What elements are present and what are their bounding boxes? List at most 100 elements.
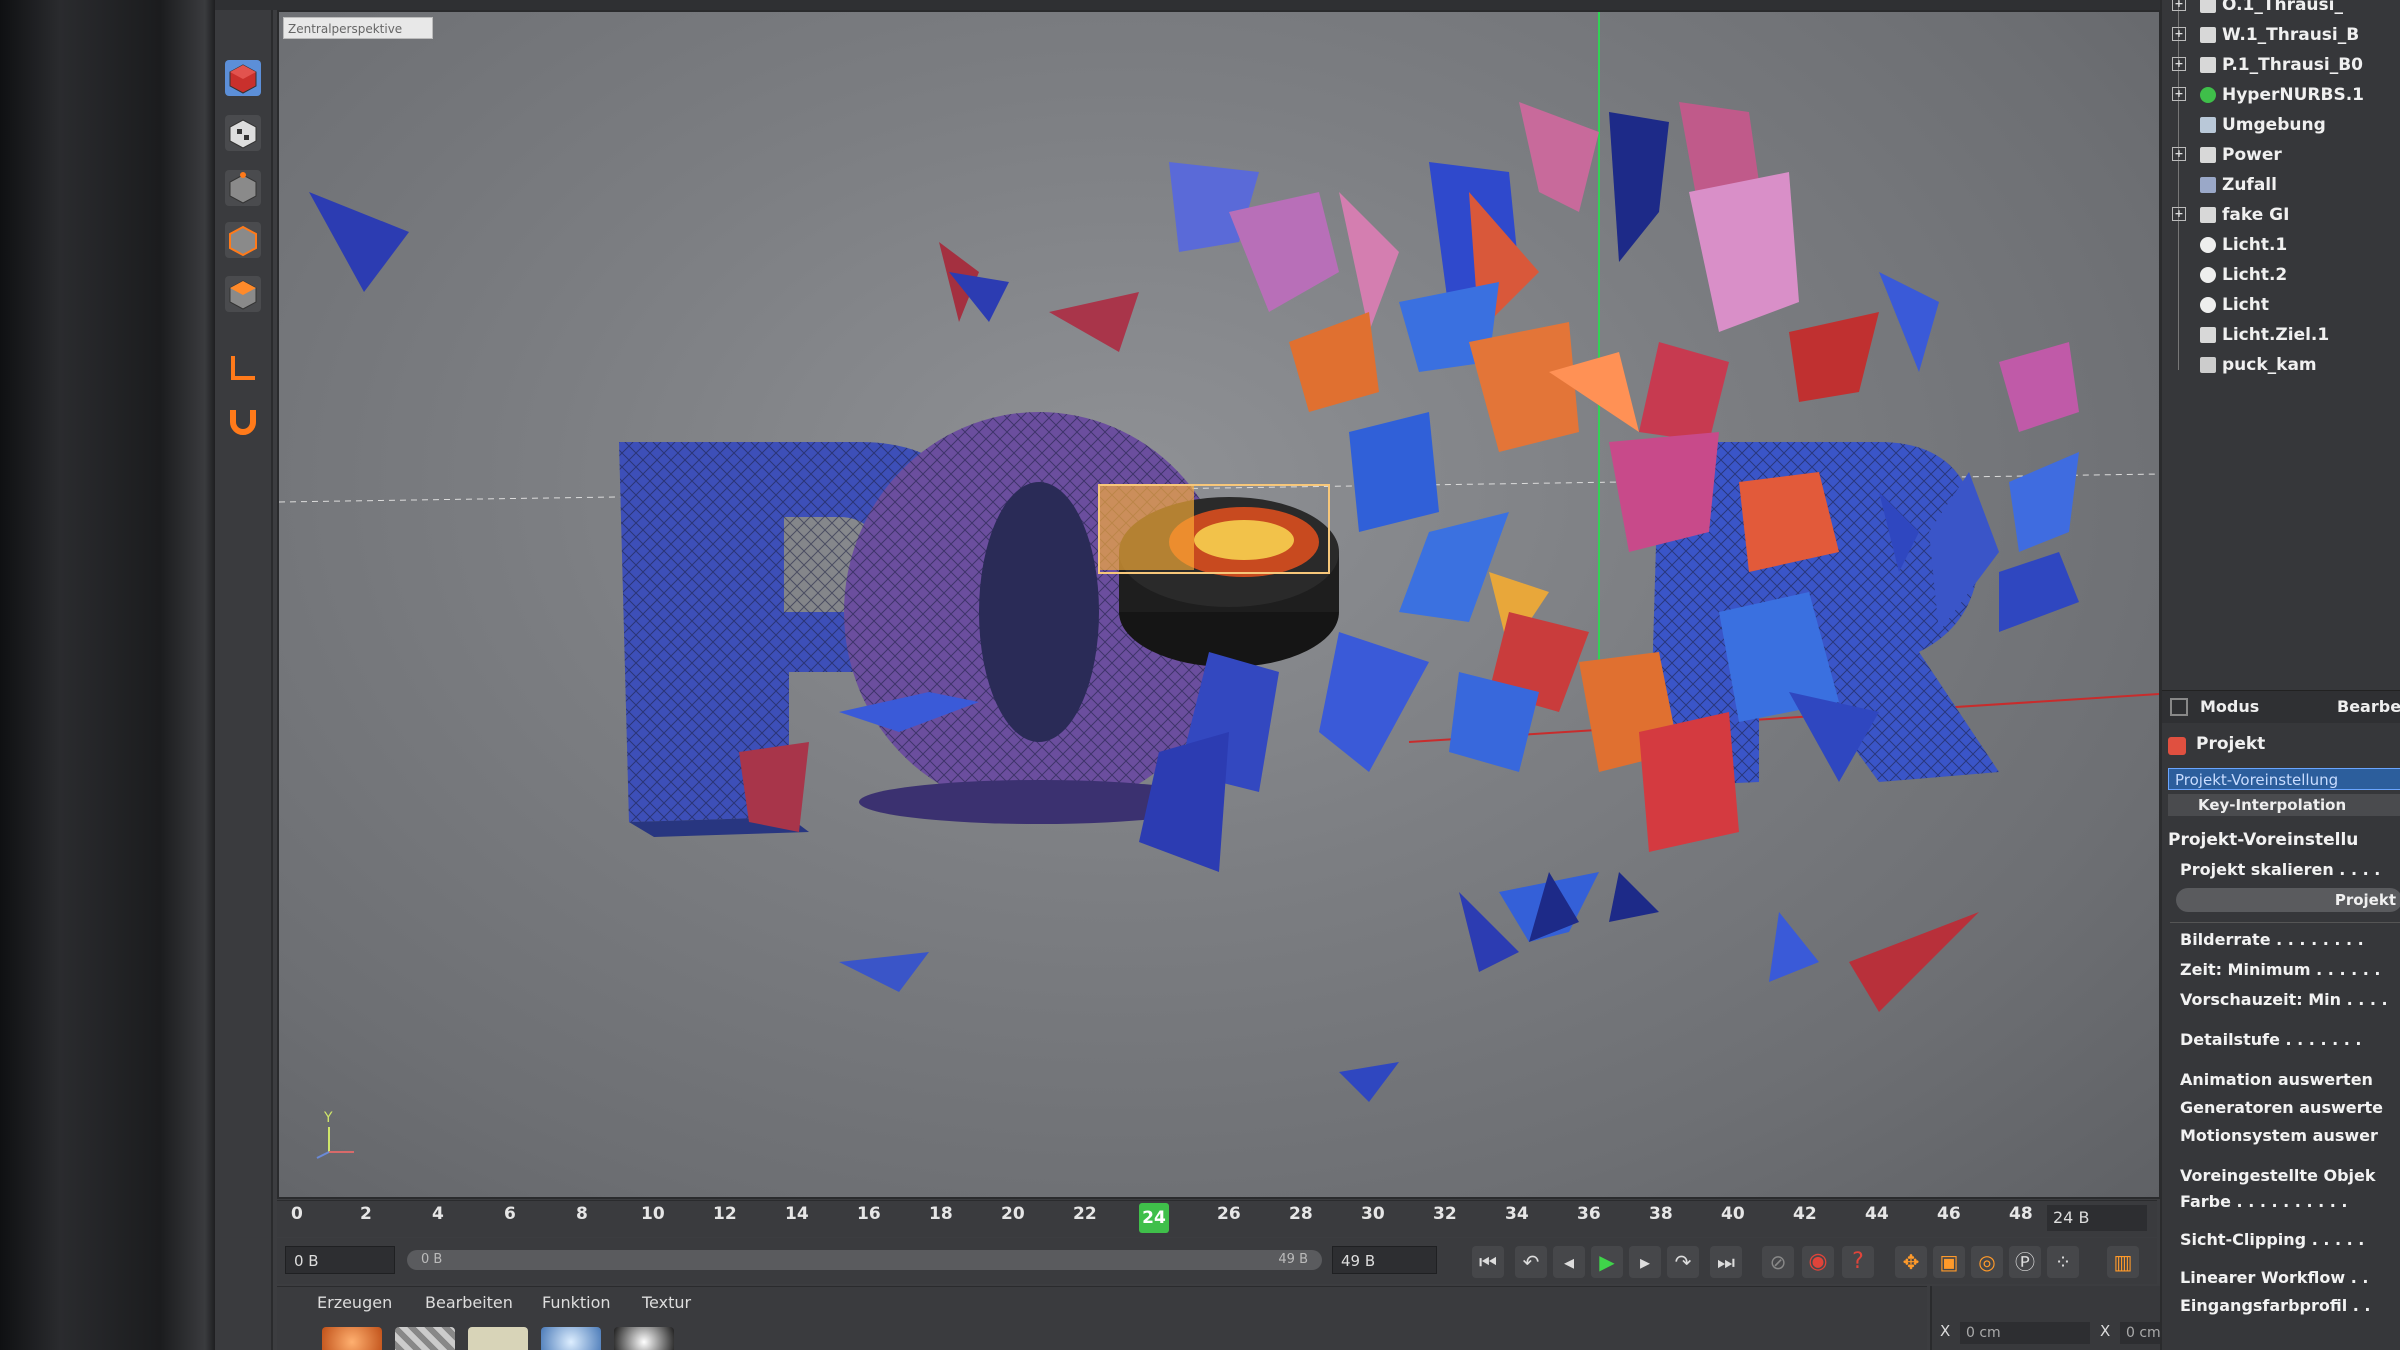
edges-mode-icon[interactable] bbox=[225, 222, 261, 258]
object-item[interactable]: + HyperNURBS.1 bbox=[2162, 82, 2400, 110]
menu-mode[interactable]: Modus bbox=[2200, 697, 2259, 716]
object-item[interactable]: Licht.Ziel.1 bbox=[2162, 322, 2400, 350]
tab-project-settings[interactable]: Projekt-Voreinstellung bbox=[2168, 768, 2400, 790]
object-item[interactable]: + Power bbox=[2162, 142, 2400, 170]
expand-icon[interactable]: + bbox=[2172, 147, 2186, 161]
separator bbox=[2170, 922, 2400, 923]
timeline-tick: 40 bbox=[1721, 1204, 1745, 1224]
material-swatch[interactable] bbox=[468, 1327, 528, 1350]
range-slider[interactable]: 0 B 49 B bbox=[407, 1250, 1322, 1270]
attr-preview-min: Vorschauzeit: Min . . . . bbox=[2180, 990, 2388, 1009]
object-item[interactable]: + O.1_Thrausi_ bbox=[2162, 0, 2400, 20]
object-item[interactable]: Licht.1 bbox=[2162, 232, 2400, 260]
range-end-label: 49 B bbox=[1278, 1252, 1308, 1267]
timeline-playhead[interactable]: 24 bbox=[1139, 1203, 1169, 1233]
timeline-tick: 28 bbox=[1289, 1204, 1313, 1224]
scale-key-icon[interactable]: ▣ bbox=[1933, 1246, 1965, 1278]
go-to-start-icon[interactable]: ⏮ bbox=[1472, 1246, 1504, 1278]
previous-key-icon[interactable]: ↶ bbox=[1515, 1246, 1547, 1278]
help-key-icon[interactable]: ? bbox=[1842, 1246, 1874, 1278]
attr-color: Farbe . . . . . . . . . . bbox=[2180, 1192, 2348, 1211]
object-item[interactable]: + P.1_Thrausi_B0 bbox=[2162, 52, 2400, 80]
timeline-ruler[interactable]: 0 2 4 6 8 10 12 14 16 18 20 22 24 26 28 … bbox=[277, 1200, 2157, 1237]
timeline-tick: 0 bbox=[291, 1204, 303, 1224]
polygons-mode-icon[interactable] bbox=[225, 276, 261, 312]
scene-render: Y bbox=[279, 12, 2159, 1159]
timeline-tick: 20 bbox=[1001, 1204, 1025, 1224]
material-swatch[interactable] bbox=[322, 1327, 382, 1350]
layer-icon bbox=[2200, 207, 2216, 223]
expand-icon[interactable]: + bbox=[2172, 57, 2186, 71]
grid-handle-icon[interactable] bbox=[2170, 698, 2188, 716]
texture-mode-icon[interactable] bbox=[225, 115, 261, 151]
object-item[interactable]: + W.1_Thrausi_B bbox=[2162, 22, 2400, 50]
next-frame-icon[interactable]: ▸ bbox=[1629, 1246, 1661, 1278]
3d-viewport[interactable]: Zentralperspektive Y bbox=[277, 10, 2161, 1199]
timeline-current-field[interactable]: 24 B bbox=[2047, 1205, 2147, 1231]
object-item[interactable]: Umgebung bbox=[2162, 112, 2400, 140]
layer-icon bbox=[2200, 0, 2216, 13]
cinema4d-screen: Zentralperspektive Y 0 2 4 6 8 10 12 14 … bbox=[215, 0, 2400, 1350]
light-icon bbox=[2200, 267, 2216, 283]
timeline-tick: 32 bbox=[1433, 1204, 1457, 1224]
move-key-icon[interactable]: ✥ bbox=[1895, 1246, 1927, 1278]
menu-create[interactable]: Erzeugen bbox=[317, 1293, 392, 1312]
random-icon bbox=[2200, 177, 2216, 193]
coord-x2-label: X bbox=[2100, 1322, 2111, 1340]
attr-default-object: Voreingestellte Objek bbox=[2180, 1166, 2376, 1185]
transport-bar: 0 B 0 B 49 B 49 B ⏮ ↶ ◂ ▶ ▸ ↷ ⏭ ⊘ ◉ ? ✥ … bbox=[277, 1238, 2157, 1284]
menu-bar bbox=[215, 0, 2400, 10]
material-swatch[interactable] bbox=[395, 1327, 455, 1350]
material-swatch[interactable] bbox=[614, 1327, 674, 1350]
model-mode-icon[interactable] bbox=[225, 60, 261, 96]
layer-icon bbox=[2200, 57, 2216, 73]
expand-icon[interactable]: + bbox=[2172, 207, 2186, 221]
autokey-icon[interactable]: ◉ bbox=[1802, 1246, 1834, 1278]
timeline-tick: 16 bbox=[857, 1204, 881, 1224]
attr-frame-rate: Bilderrate . . . . . . . . bbox=[2180, 930, 2364, 949]
coord-x-field[interactable]: 0 cm bbox=[1960, 1322, 2090, 1344]
timeline-layout-icon[interactable]: ▥ bbox=[2107, 1246, 2139, 1278]
timeline-tick: 42 bbox=[1793, 1204, 1817, 1224]
object-item[interactable]: Licht bbox=[2162, 292, 2400, 320]
points-mode-icon[interactable] bbox=[225, 170, 261, 206]
end-frame-field[interactable]: 49 B bbox=[1332, 1246, 1437, 1274]
expand-icon[interactable]: + bbox=[2172, 0, 2186, 11]
previous-frame-icon[interactable]: ◂ bbox=[1553, 1246, 1585, 1278]
timeline-tick: 38 bbox=[1649, 1204, 1673, 1224]
attr-view-clipping: Sicht-Clipping . . . . . bbox=[2180, 1230, 2365, 1249]
menu-edit[interactable]: Bearbeiten bbox=[425, 1293, 513, 1312]
object-item[interactable]: + fake GI bbox=[2162, 202, 2400, 230]
menu-function[interactable]: Funktion bbox=[542, 1293, 611, 1312]
timeline-tick: 2 bbox=[360, 1204, 372, 1224]
object-item[interactable]: Licht.2 bbox=[2162, 262, 2400, 290]
attr-use-generators: Generatoren auswerte bbox=[2180, 1098, 2383, 1117]
material-swatch[interactable] bbox=[541, 1327, 601, 1350]
parameter-key-icon[interactable]: Ⓟ bbox=[2009, 1246, 2041, 1278]
menu-texture[interactable]: Textur bbox=[642, 1293, 691, 1312]
layer-icon bbox=[2200, 147, 2216, 163]
expand-icon[interactable]: + bbox=[2172, 27, 2186, 41]
play-icon[interactable]: ▶ bbox=[1591, 1246, 1623, 1278]
timeline-tick: 44 bbox=[1865, 1204, 1889, 1224]
start-frame-field[interactable]: 0 B bbox=[285, 1246, 395, 1274]
axis-mode-icon[interactable] bbox=[225, 350, 261, 386]
expand-icon[interactable]: + bbox=[2172, 87, 2186, 101]
right-panel: + O.1_Thrausi_ + W.1_Thrausi_B + P.1_Thraus… bbox=[2160, 0, 2400, 1350]
go-to-end-icon[interactable]: ⏭ bbox=[1710, 1246, 1742, 1278]
project-label: Projekt bbox=[2196, 734, 2266, 754]
magnet-icon[interactable] bbox=[225, 402, 261, 438]
object-item[interactable]: Zufall bbox=[2162, 172, 2400, 200]
pla-key-icon[interactable]: ⁘ bbox=[2047, 1246, 2079, 1278]
tab-key-interpolation[interactable]: Key-Interpolation bbox=[2168, 794, 2400, 816]
layer-icon bbox=[2200, 27, 2216, 43]
rotate-key-icon[interactable]: ◎ bbox=[1971, 1246, 2003, 1278]
project-scale-button[interactable]: Projekt bbox=[2176, 888, 2400, 912]
coord-x-label: X bbox=[1940, 1322, 1951, 1340]
timeline-tick: 22 bbox=[1073, 1204, 1097, 1224]
object-item[interactable]: puck_kam bbox=[2162, 352, 2400, 380]
next-key-icon[interactable]: ↷ bbox=[1667, 1246, 1699, 1278]
menu-edit-attr[interactable]: Bearbeite bbox=[2337, 697, 2400, 716]
record-disabled-icon[interactable]: ⊘ bbox=[1762, 1246, 1794, 1278]
timeline-tick: 18 bbox=[929, 1204, 953, 1224]
